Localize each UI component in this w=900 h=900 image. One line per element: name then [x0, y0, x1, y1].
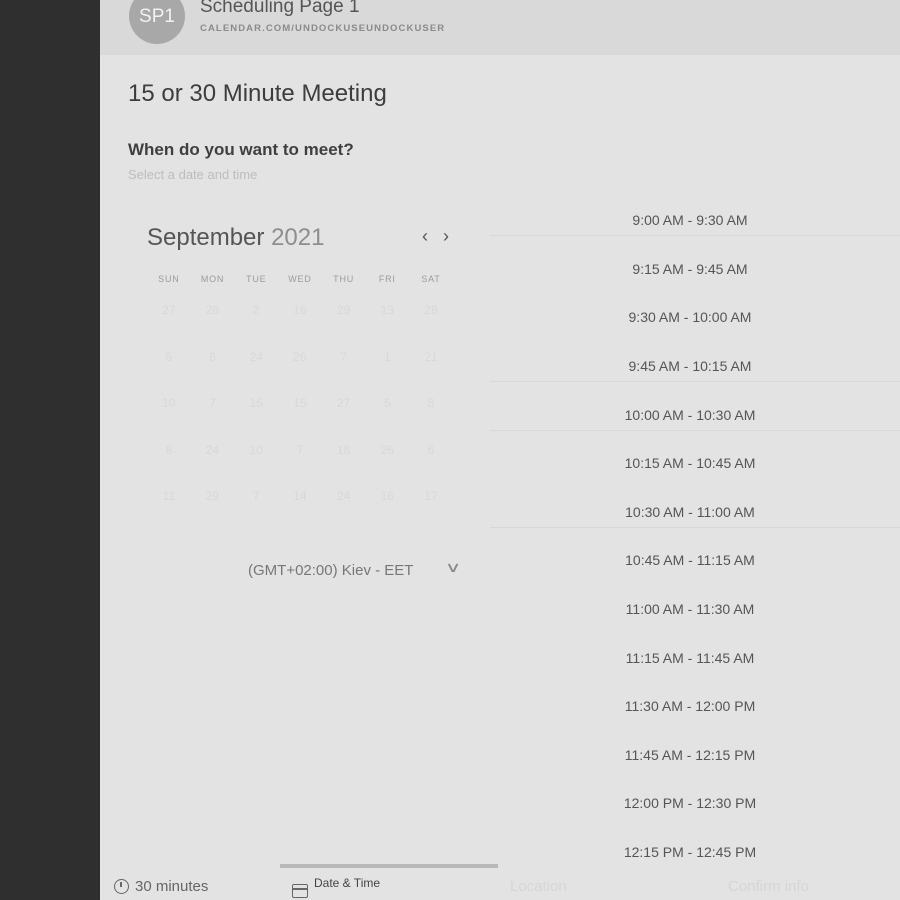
footer-step-confirm: Confirm info — [728, 878, 809, 895]
time-slot[interactable]: 11:45 AM - 12:15 PM — [490, 731, 900, 780]
calendar-day: 16 — [293, 303, 307, 317]
scheduling-page-name: Scheduling Page 1 — [200, 0, 360, 17]
timezone-select[interactable]: (GMT+02:00) Kiev - EET — [248, 562, 413, 579]
calendar-day: 7 — [209, 396, 216, 410]
calendar-day: 8 — [427, 396, 435, 410]
calendar-day: 7 — [252, 489, 260, 503]
calendar-day: 15 — [293, 396, 307, 410]
calendar-week: 10 7 15 15 27 5 8 — [147, 396, 453, 410]
calendar-month: September — [147, 224, 265, 251]
calendar-day: 24 — [249, 350, 263, 364]
weekday-label: THU — [333, 274, 355, 284]
time-slot[interactable]: 11:15 AM - 11:45 AM — [490, 633, 900, 682]
calendar-day: 26 — [293, 350, 307, 364]
calendar-day: 15 — [249, 396, 263, 410]
time-slot-list: 9:00 AM - 9:30 AM 9:15 AM - 9:45 AM 9:30… — [490, 196, 900, 876]
calendar-day: 27 — [162, 303, 176, 317]
calendar-day: 11 — [162, 489, 176, 503]
calendar-week: 5 6 24 26 7 1 21 — [147, 350, 453, 364]
time-slot[interactable]: 12:00 PM - 12:30 PM — [490, 779, 900, 828]
calendar-day: 5 — [383, 396, 391, 410]
calendar-day: 10 — [249, 443, 263, 457]
time-slot[interactable]: 9:00 AM - 9:30 AM — [490, 196, 900, 245]
page-header: SP1 Scheduling Page 1 CALENDAR.COM/UNDOC… — [100, 0, 900, 55]
weekday-label: MON — [200, 274, 225, 284]
calendar-day: 18 — [336, 443, 351, 457]
calendar-day: 29 — [336, 303, 351, 317]
calendar-day: 10 — [162, 396, 176, 410]
calendar-day: 8 — [165, 443, 173, 457]
calendar-day: 2 — [252, 303, 260, 317]
time-slot[interactable]: 10:00 AM - 10:30 AM — [490, 390, 900, 439]
calendar-week: 8 24 10 7 18 26 6 — [147, 443, 453, 457]
time-slot[interactable]: 10:15 AM - 10:45 AM — [490, 439, 900, 488]
weekday-label: WED — [288, 274, 312, 284]
time-slot[interactable]: 9:45 AM - 10:15 AM — [490, 342, 900, 391]
calendar-week: 27 28 2 16 29 13 28 — [147, 303, 453, 317]
calendar-day: 28 — [424, 303, 438, 317]
meeting-question: When do you want to meet? — [128, 140, 354, 159]
left-background — [0, 0, 100, 900]
calendar-day: 5 — [165, 350, 173, 364]
footer-step-date-time: Date & Time — [292, 876, 381, 898]
calendar-day: 7 — [340, 350, 347, 364]
weekday-header: SUN MON TUE WED THU FRI SAT — [147, 274, 453, 284]
calendar-day: 21 — [424, 350, 438, 364]
calendar-day: 7 — [296, 443, 304, 457]
time-slot[interactable]: 9:15 AM - 9:45 AM — [490, 245, 900, 294]
weekday-label: SUN — [158, 274, 180, 284]
calendar-day: 13 — [380, 303, 394, 317]
time-slot[interactable]: 11:00 AM - 11:30 AM — [490, 585, 900, 634]
calendar-day: 26 — [380, 443, 394, 457]
time-slot[interactable]: 11:30 AM - 12:00 PM — [490, 682, 900, 731]
scheduling-panel: SP1 Scheduling Page 1 CALENDAR.COM/UNDOC… — [100, 0, 900, 900]
calendar-day: 24 — [336, 489, 351, 503]
chevron-down-icon[interactable]: ∨ — [445, 559, 461, 576]
weekday-label: SAT — [421, 274, 441, 284]
calendar-day: 28 — [205, 303, 220, 317]
scheduling-page-url[interactable]: CALENDAR.COM/UNDOCKUSEUNDOCKUSER — [200, 23, 445, 34]
meeting-subtitle: Select a date and time — [128, 167, 258, 182]
duration-label: 30 minutes — [135, 878, 209, 895]
chevron-right-icon[interactable]: › — [443, 226, 449, 247]
calendar-day: 17 — [424, 489, 438, 503]
calendar-year: 2021 — [271, 224, 325, 251]
calendar-week: 11 29 7 14 24 16 17 — [147, 489, 453, 503]
calendar-day: 6 — [209, 350, 216, 364]
time-slot[interactable]: 9:30 AM - 10:00 AM — [490, 293, 900, 342]
footer-step-location: Location — [510, 878, 567, 895]
step-progress-indicator — [280, 864, 498, 868]
calendar-day: 27 — [336, 396, 351, 410]
footer-step-duration: 30 minutes — [114, 878, 208, 895]
location-label: Location — [510, 878, 567, 895]
confirm-label: Confirm info — [728, 878, 809, 895]
avatar: SP1 — [129, 0, 185, 44]
calendar-icon — [292, 884, 308, 898]
calendar-day: 6 — [427, 443, 435, 457]
calendar-day: 29 — [205, 489, 220, 503]
clock-icon — [114, 879, 129, 894]
meeting-title: 15 or 30 Minute Meeting — [128, 80, 387, 107]
calendar-day: 16 — [380, 489, 394, 503]
date-time-label: Date & Time — [314, 876, 381, 890]
time-slot[interactable]: 10:30 AM - 11:00 AM — [490, 488, 900, 537]
calendar-day: 1 — [383, 350, 391, 364]
chevron-left-icon[interactable]: ‹ — [422, 226, 428, 247]
calendar-day: 14 — [293, 489, 307, 503]
calendar-month-label: September 2021 — [147, 224, 324, 252]
time-slot[interactable]: 12:15 PM - 12:45 PM — [490, 828, 900, 877]
time-slot[interactable]: 10:45 AM - 11:15 AM — [490, 536, 900, 585]
weekday-label: TUE — [246, 274, 267, 284]
calendar-day: 24 — [205, 443, 220, 457]
weekday-label: FRI — [378, 274, 396, 284]
